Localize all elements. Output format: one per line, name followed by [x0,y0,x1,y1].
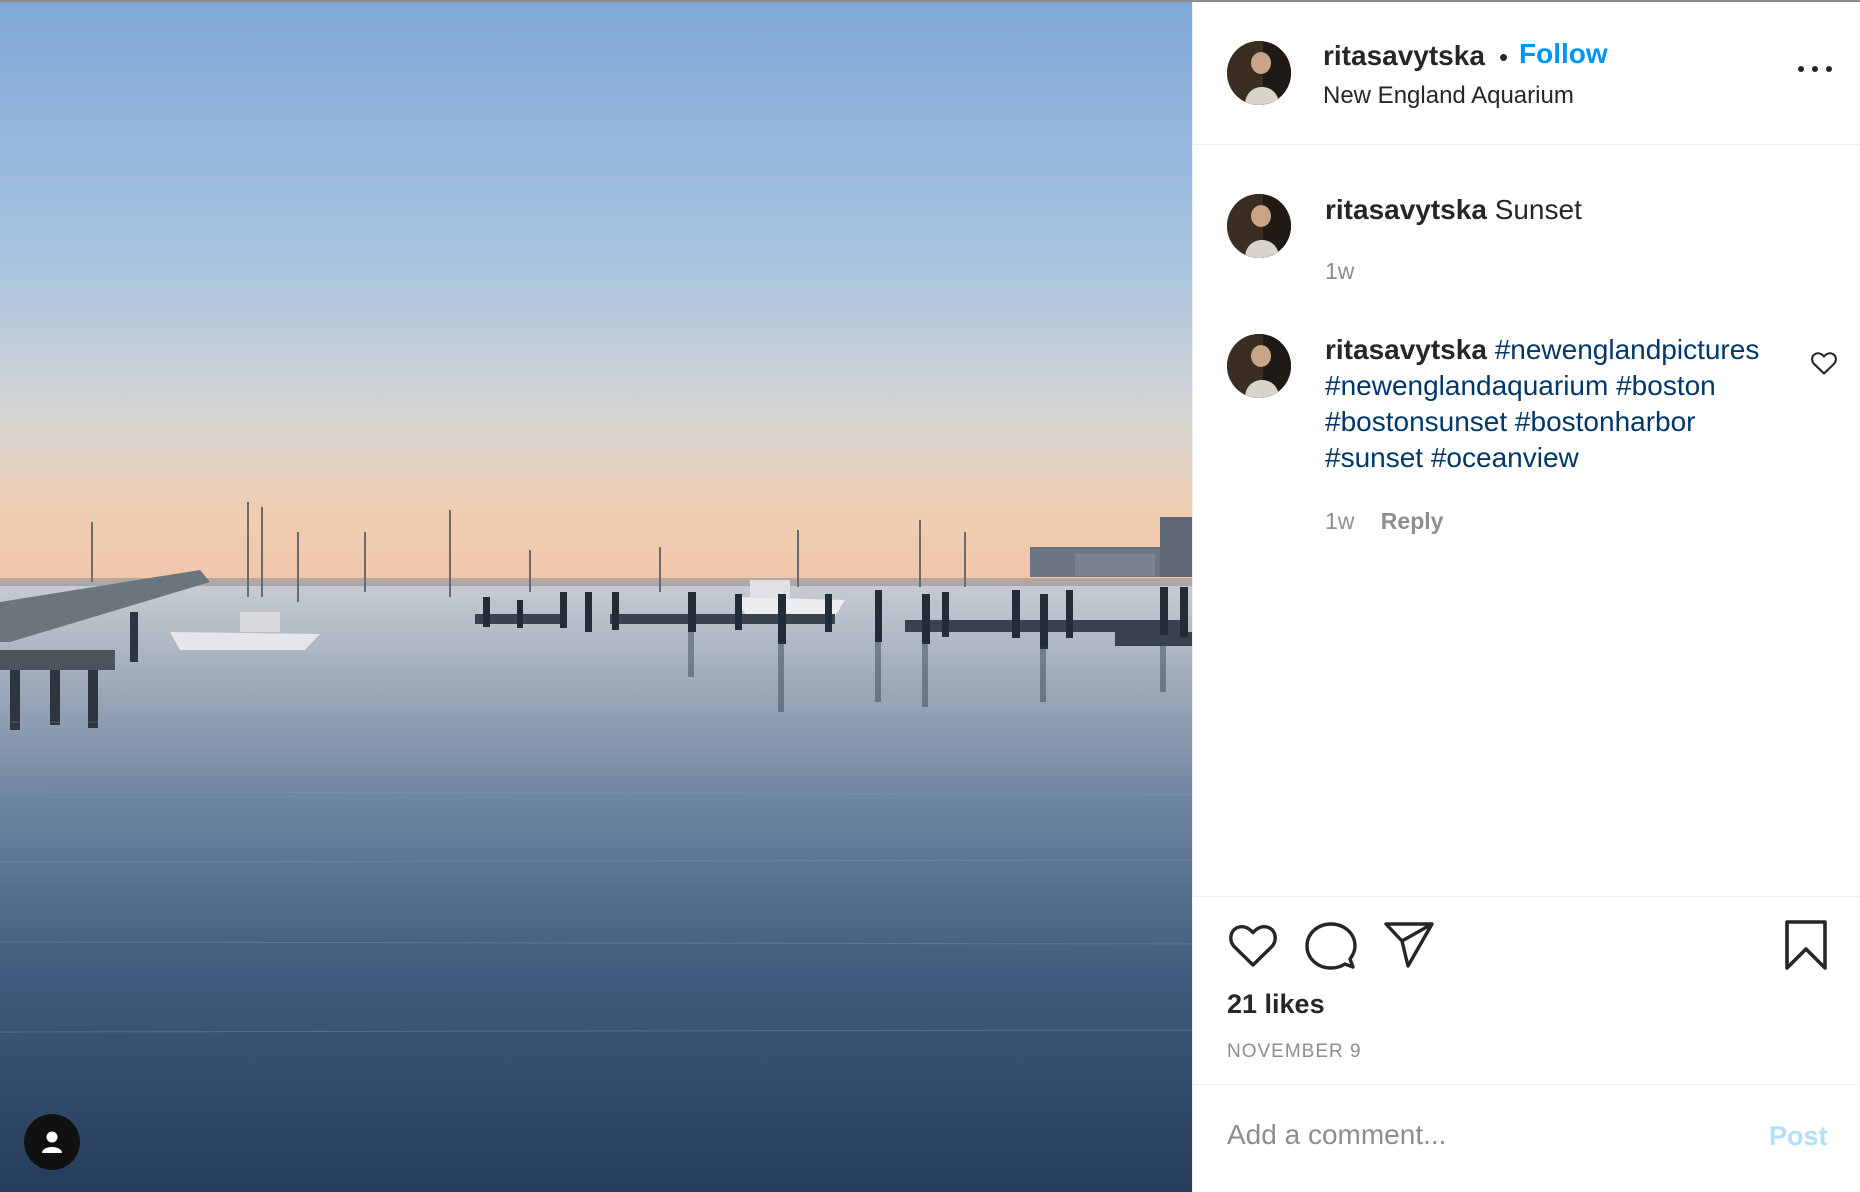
hashtag-link[interactable]: #boston [1616,370,1716,401]
post-date[interactable]: NOVEMBER 9 [1227,1041,1362,1063]
more-horizontal-icon [1798,66,1804,72]
post-actions: 21 likes NOVEMBER 9 [1193,896,1860,1084]
add-comment-bar: Post [1193,1084,1860,1192]
comment-input[interactable] [1227,1111,1727,1159]
follow-button[interactable]: Follow [1519,38,1608,70]
post-header: ritasavytska • Follow New England Aquari… [1193,2,1860,145]
comment-icon[interactable] [1305,921,1357,971]
caption-comment: ritasavytska Sunset [1325,192,1805,228]
tagged-users-button[interactable] [24,1114,80,1170]
hashtag-comment: ritasavytska #newenglandpictures #neweng… [1325,332,1795,476]
comment-text: Sunset [1494,194,1582,225]
comments-list: ritasavytska Sunset 1w ritasavytska #new… [1193,146,1860,896]
reply-button[interactable]: Reply [1381,508,1444,534]
share-icon[interactable] [1383,921,1435,969]
hashtag-link[interactable]: #sunset [1325,442,1423,473]
post-photo[interactable] [0,2,1192,1192]
hashtag-link[interactable]: #newenglandaquarium [1325,370,1608,401]
comment-username[interactable]: ritasavytska [1325,194,1487,225]
user-icon [42,1131,62,1153]
harbor-sunset-image [0,2,1192,1192]
bookmark-icon[interactable] [1783,919,1829,971]
comment-time[interactable]: 1w [1325,508,1354,534]
hashtag-link[interactable]: #oceanview [1431,442,1579,473]
likes-count[interactable]: 21 likes [1227,989,1325,1020]
post-location[interactable]: New England Aquarium [1323,82,1574,110]
comment-meta: 1w Reply [1325,508,1443,535]
comment-username[interactable]: ritasavytska [1325,334,1487,365]
post-comment-button[interactable]: Post [1769,1121,1828,1152]
separator-dot: • [1499,42,1509,72]
hashtag-link[interactable]: #newenglandpictures [1495,334,1760,365]
post-modal: ritasavytska • Follow New England Aquari… [0,2,1860,1192]
like-comment-heart-icon[interactable] [1810,350,1838,376]
avatar[interactable] [1227,334,1291,398]
comment-time[interactable]: 1w [1325,258,1354,285]
hashtag-link[interactable]: #bostonharbor [1515,406,1696,437]
hashtag-link[interactable]: #bostonsunset [1325,406,1507,437]
more-options-button[interactable] [1798,62,1832,76]
heart-icon[interactable] [1227,921,1279,969]
post-side-panel: ritasavytska • Follow New England Aquari… [1192,2,1860,1192]
avatar[interactable] [1227,194,1291,258]
avatar[interactable] [1227,41,1291,105]
post-author-username[interactable]: ritasavytska [1323,40,1485,72]
